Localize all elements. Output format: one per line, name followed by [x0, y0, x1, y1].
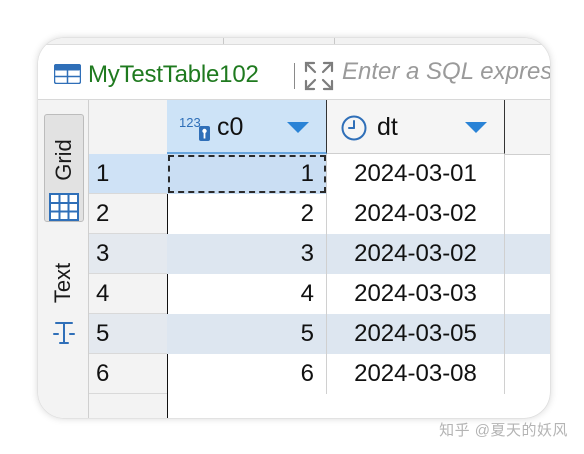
table-row[interactable]: 5 5 2024-03-05 — [89, 314, 550, 354]
header-filler — [505, 100, 550, 155]
table-icon — [54, 64, 81, 84]
header-corner[interactable] — [89, 100, 167, 155]
row-filler — [505, 154, 550, 194]
tab-strip — [38, 38, 550, 45]
cell-dt[interactable]: 2024-03-01 — [327, 154, 505, 194]
table-row[interactable]: 2 2 2024-03-02 — [89, 194, 550, 234]
tab-text[interactable]: Text — [44, 240, 82, 346]
cell-dt[interactable]: 2024-03-08 — [327, 354, 505, 394]
table-row[interactable]: 1 1 2024-03-01 — [89, 154, 550, 194]
row-number[interactable]: 4 — [89, 274, 167, 314]
cell-dt[interactable]: 2024-03-02 — [327, 194, 505, 234]
cell-c0[interactable]: 6 — [167, 354, 327, 394]
row-number[interactable]: 5 — [89, 314, 167, 354]
cell-c0[interactable]: 1 — [167, 154, 327, 194]
tab-grid-label: Grid — [51, 139, 76, 181]
svg-text:123: 123 — [179, 115, 201, 130]
watermark: 知乎 @夏天的妖风 — [439, 422, 568, 439]
row-number[interactable]: 1 — [89, 154, 167, 194]
table-row[interactable]: 3 3 2024-03-02 — [89, 234, 550, 274]
cell-dt[interactable]: 2024-03-05 — [327, 314, 505, 354]
toolbar-divider — [294, 63, 295, 89]
row-filler — [505, 314, 550, 354]
expand-icon[interactable] — [304, 61, 334, 91]
cell-c0[interactable]: 5 — [167, 314, 327, 354]
table-name: MyTestTable102 — [88, 61, 259, 88]
row-number[interactable]: 6 — [89, 354, 167, 394]
sql-filter-input[interactable] — [342, 55, 550, 89]
cell-dt[interactable]: 2024-03-03 — [327, 274, 505, 314]
table-row[interactable]: 4 4 2024-03-03 — [89, 274, 550, 314]
cell-dt[interactable]: 2024-03-02 — [327, 234, 505, 274]
numeric-type-icon: 123 — [179, 115, 210, 141]
row-number[interactable]: 3 — [89, 234, 167, 274]
result-panel: MyTestTable102 Grid — [38, 38, 550, 418]
filter-toolbar: MyTestTable102 — [38, 45, 550, 100]
tab-divider — [334, 38, 335, 44]
cell-c0[interactable]: 4 — [167, 274, 327, 314]
row-number[interactable]: 2 — [89, 194, 167, 234]
cell-c0[interactable]: 3 — [167, 234, 327, 274]
column-name-c0: c0 — [217, 113, 244, 141]
table-row[interactable]: 6 6 2024-03-08 — [89, 354, 550, 394]
tab-grid[interactable]: Grid — [44, 114, 84, 222]
view-switcher: Grid Text — [38, 100, 89, 418]
row-filler — [505, 194, 550, 234]
sort-dropdown-icon[interactable] — [287, 122, 309, 133]
column-header-dt[interactable]: dt — [327, 100, 505, 154]
column-name-dt: dt — [377, 113, 398, 141]
row-filler — [505, 354, 550, 394]
row-filler — [505, 274, 550, 314]
text-format-icon — [53, 322, 75, 344]
row-filler — [505, 234, 550, 274]
grid-icon — [49, 193, 79, 221]
tab-divider — [223, 38, 224, 44]
cell-c0[interactable]: 2 — [167, 194, 327, 234]
clock-icon — [341, 115, 367, 141]
tab-text-label: Text — [50, 262, 75, 304]
column-header-c0[interactable]: 123 c0 — [167, 100, 327, 154]
sort-dropdown-icon[interactable] — [465, 122, 487, 133]
